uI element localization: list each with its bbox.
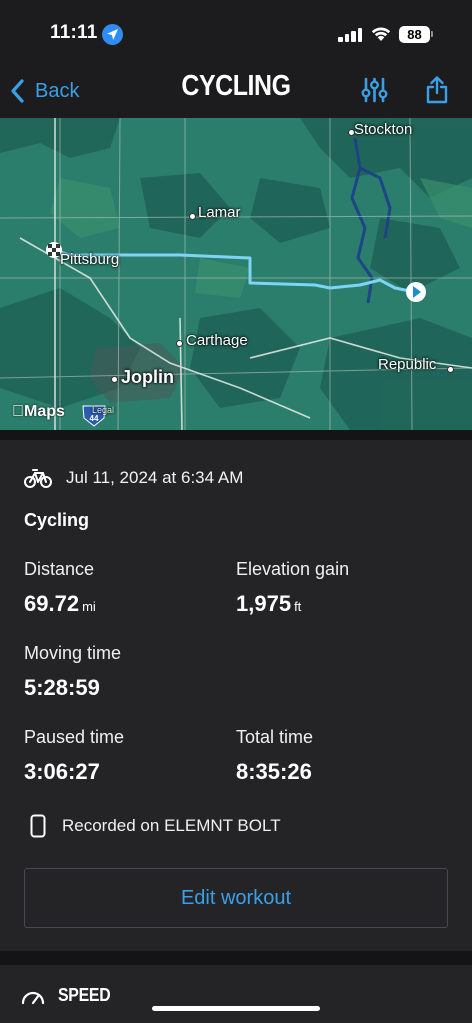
- moving-time-label: Moving time: [24, 643, 122, 663]
- workout-type: Cycling: [24, 510, 90, 530]
- nav-bar: Back CYCLING: [0, 62, 472, 118]
- paused-time-value: 3:06:27: [24, 759, 100, 784]
- distance-unit: mi: [82, 599, 96, 614]
- map-label-lamar: Lamar: [198, 204, 241, 221]
- speed-header: SPEED: [20, 985, 118, 1006]
- edit-workout-button[interactable]: Edit workout: [24, 868, 448, 928]
- section-divider: [0, 951, 472, 965]
- apple-logo-icon: : [12, 403, 24, 420]
- workout-date-row: Jul 11, 2024 at 6:34 AM: [24, 468, 243, 488]
- status-bar: 11:11 88: [0, 0, 472, 62]
- distance-value: 69.72 mi: [24, 591, 96, 616]
- bicycle-icon: [24, 469, 52, 488]
- elevation-gain-value: 1,975 ft: [236, 591, 302, 616]
- svg-text:44: 44: [90, 414, 99, 423]
- status-time: 11:11: [50, 22, 98, 43]
- map-legal-link[interactable]: Legal: [92, 405, 114, 415]
- workout-summary-card: Jul 11, 2024 at 6:34 AM Cycling Distance…: [0, 440, 472, 951]
- map-label-pittsburg: Pittsburg: [60, 251, 120, 268]
- map-label-stockton: Stockton: [354, 121, 413, 138]
- share-icon[interactable]: [426, 76, 448, 104]
- battery-icon: 88: [399, 26, 430, 43]
- wifi-icon: [371, 27, 391, 41]
- home-indicator[interactable]: [152, 1006, 320, 1011]
- recorded-on-row: Recorded on ELEMNT BOLT: [30, 814, 281, 838]
- battery-nub: [431, 31, 433, 37]
- map-dot: [447, 366, 454, 373]
- workout-date: Jul 11, 2024 at 6:34 AM: [66, 468, 244, 487]
- total-time-label: Total time: [236, 727, 314, 747]
- elevation-unit: ft: [294, 599, 302, 614]
- moving-time-value: 5:28:59: [24, 675, 100, 700]
- cellular-signal-icon: [338, 27, 364, 42]
- map-label-carthage: Carthage: [186, 332, 248, 349]
- distance-label: Distance: [24, 559, 95, 579]
- total-time-value: 8:35:26: [236, 759, 312, 784]
- location-arrow-icon: [102, 24, 123, 45]
- sliders-icon[interactable]: [361, 76, 388, 104]
- elevation-gain-label: Elevation gain: [236, 559, 350, 579]
- recorded-on-text: Recorded on ELEMNT BOLT: [62, 816, 281, 835]
- apple-maps-logo: Maps: [12, 403, 65, 420]
- map-label-republic: Republic: [378, 356, 437, 373]
- map-label-joplin: Joplin: [121, 367, 174, 387]
- map-dot: [111, 376, 118, 383]
- paused-time-label: Paused time: [24, 727, 125, 747]
- speed-title: SPEED: [58, 985, 111, 1005]
- section-divider: [0, 430, 472, 440]
- speed-section[interactable]: SPEED: [0, 965, 472, 1023]
- route-end-marker: [406, 282, 426, 302]
- map-dot: [176, 340, 183, 347]
- chevron-left-icon: [11, 79, 24, 103]
- speedometer-icon: [21, 991, 45, 1004]
- route-map[interactable]: 44 Stockton Lamar Pittsburg Carthage Jop…: [0, 118, 472, 430]
- device-icon: [30, 814, 46, 838]
- map-terrain: 44: [0, 118, 472, 430]
- map-dot: [189, 213, 196, 220]
